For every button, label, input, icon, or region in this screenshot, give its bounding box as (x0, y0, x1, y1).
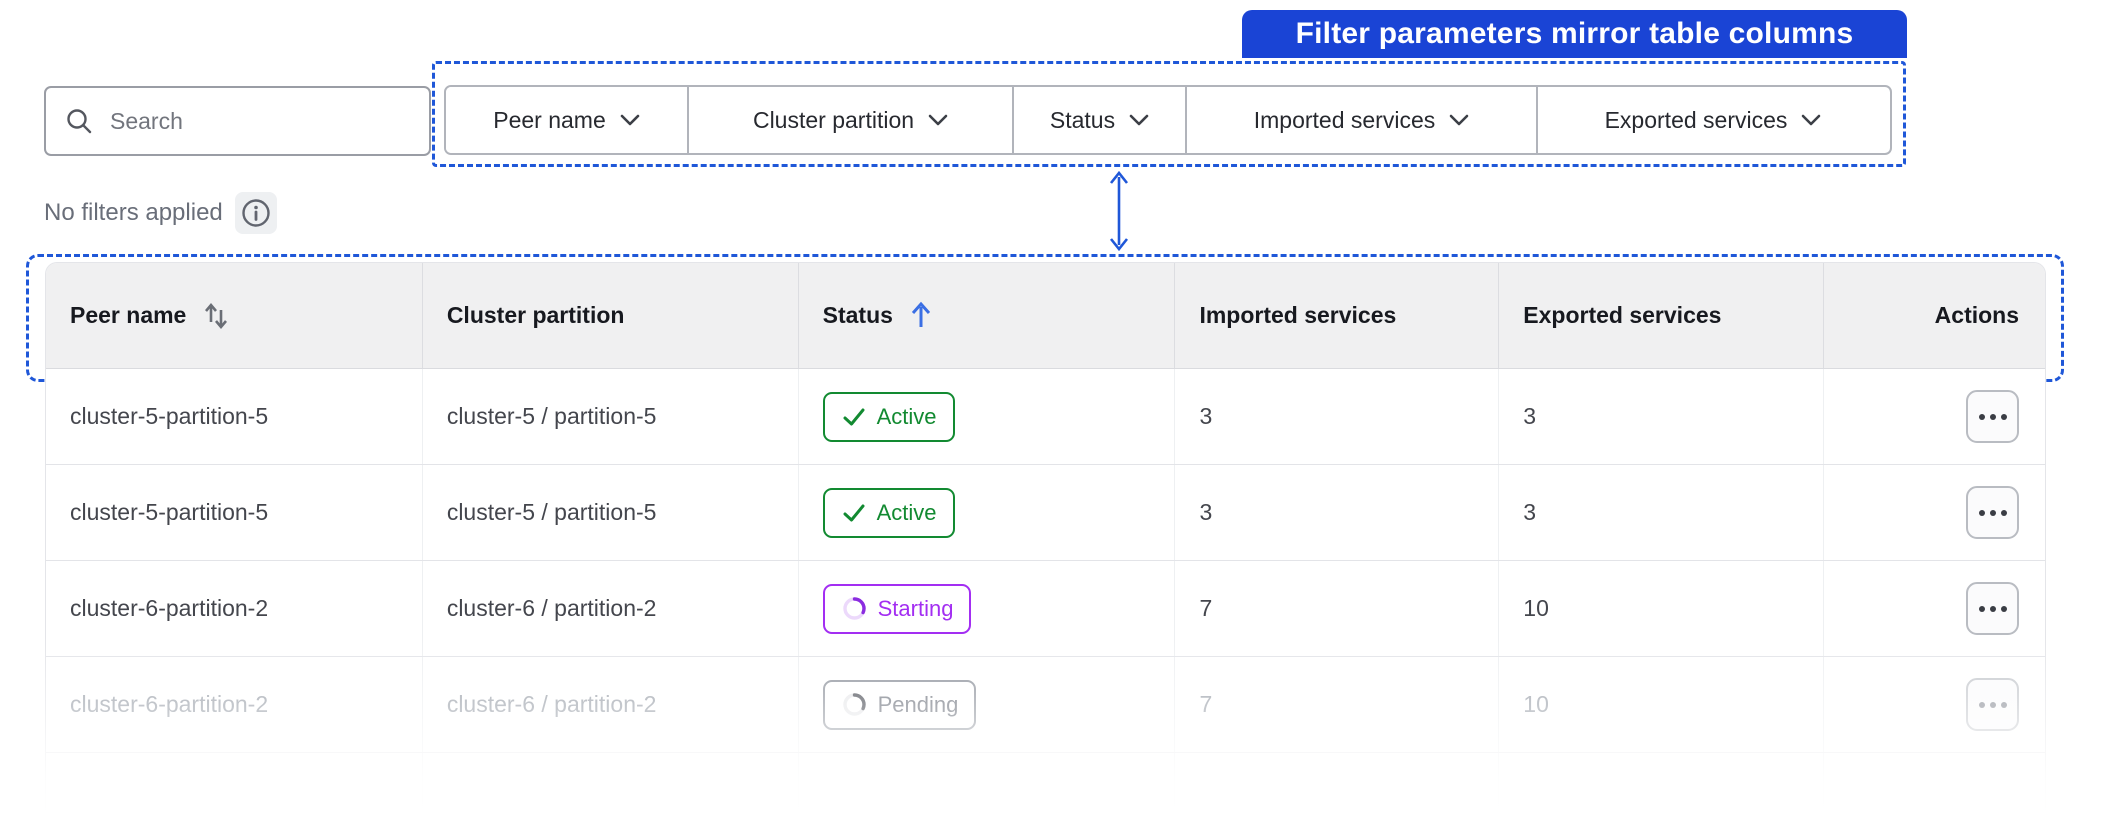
column-header-exported-services: Exported services (1499, 263, 1825, 368)
table-header-row: Peer name Cluster partition Status Impor… (46, 263, 2045, 369)
check-icon (843, 504, 865, 521)
filter-label: Cluster partition (752, 106, 915, 133)
column-label: Peer name (70, 302, 187, 328)
cluster-partition-cell: cluster-5 / partition-5 (423, 369, 799, 464)
status-cell: Starting (799, 561, 1176, 656)
filter-peer-name[interactable]: Peer name (446, 87, 689, 153)
cluster-partition-cell: cluster-5 / partition-5 (423, 465, 799, 560)
actions-cell (1824, 369, 2045, 464)
sort-icon (205, 302, 228, 329)
info-icon (242, 199, 270, 227)
peer-name-cell: cluster-6-partition-2 (46, 657, 423, 752)
status-label: Pending (877, 691, 959, 717)
filter-exported-services[interactable]: Exported services (1538, 87, 1888, 153)
chevron-down-icon (1129, 114, 1149, 126)
peer-name-cell: cluster-5-partition-5 (46, 465, 423, 560)
search-box (44, 86, 431, 156)
filter-cluster-partition[interactable]: Cluster partition (689, 87, 1014, 153)
status-badge: Pending (822, 679, 977, 730)
actions-cell (1824, 465, 2045, 560)
chevron-down-icon (928, 114, 948, 126)
column-header-cluster-partition: Cluster partition (423, 263, 799, 368)
status-label: Active (876, 499, 937, 525)
double-arrow-icon (1109, 170, 1129, 252)
row-actions-button[interactable] (1966, 486, 2020, 539)
search-icon (67, 109, 92, 134)
cluster-peering-screen: Filter parameters mirror table columns P… (0, 0, 2118, 816)
filter-label: Peer name (493, 106, 606, 133)
column-label: Actions (1934, 302, 2020, 328)
status-badge: Active (822, 487, 955, 538)
status-badge: Active (822, 391, 955, 442)
column-label: Imported services (1199, 302, 1397, 328)
imported-services-cell: 7 (1175, 657, 1500, 752)
annotation-banner: Filter parameters mirror table columns (1242, 10, 1907, 58)
filters-status-note: No filters applied (44, 192, 277, 234)
chevron-down-icon (1449, 114, 1469, 126)
imported-services-cell: 3 (1175, 465, 1500, 560)
filter-status[interactable]: Status (1014, 87, 1187, 153)
status-label: Starting (877, 595, 954, 621)
filter-bar: Peer name Cluster partition Status Impor… (444, 85, 1892, 155)
table-row: cluster-5-partition-5 cluster-5 / partit… (46, 369, 2045, 465)
peer-name-cell: cluster-5-partition-5 (46, 369, 423, 464)
table-row-partial (46, 753, 2045, 816)
filters-status-text: No filters applied (44, 199, 223, 226)
imported-services-cell: 3 (1175, 369, 1500, 464)
column-header-actions: Actions (1824, 263, 2045, 368)
ellipsis-icon (1978, 413, 1985, 420)
spinner-icon (842, 693, 866, 716)
filter-label: Imported services (1253, 106, 1436, 133)
ellipsis-icon (1978, 509, 1985, 516)
column-label: Cluster partition (446, 302, 625, 328)
table-row: cluster-6-partition-2 cluster-6 / partit… (46, 657, 2045, 753)
row-actions-button[interactable] (1966, 678, 2020, 731)
column-header-peer-name[interactable]: Peer name (46, 263, 423, 368)
row-actions-button[interactable] (1966, 582, 2020, 635)
peer-name-cell: cluster-6-partition-2 (46, 561, 423, 656)
cluster-partition-cell: cluster-6 / partition-2 (423, 561, 799, 656)
column-label: Exported services (1523, 302, 1722, 328)
table-row: cluster-6-partition-2 cluster-6 / partit… (46, 561, 2045, 657)
sort-asc-icon (911, 301, 931, 327)
ellipsis-icon (1978, 701, 1985, 708)
status-badge: Starting (822, 583, 972, 634)
spinner-icon (842, 597, 866, 620)
exported-services-cell: 3 (1499, 369, 1825, 464)
exported-services-cell: 10 (1499, 561, 1825, 656)
cluster-partition-cell: cluster-6 / partition-2 (423, 657, 799, 752)
table-row: cluster-5-partition-5 cluster-5 / partit… (46, 465, 2045, 561)
filter-label: Status (1049, 106, 1116, 133)
column-header-status[interactable]: Status (799, 263, 1176, 368)
filter-label: Exported services (1604, 106, 1788, 133)
peers-table: Peer name Cluster partition Status Impor… (45, 262, 2046, 816)
chevron-down-icon (1802, 114, 1821, 126)
column-label: Status (822, 302, 893, 328)
imported-services-cell: 7 (1175, 561, 1500, 656)
exported-services-cell: 10 (1499, 657, 1825, 752)
actions-cell (1824, 657, 2045, 752)
status-cell: Active (799, 369, 1176, 464)
actions-cell (1824, 561, 2045, 656)
check-icon (843, 408, 865, 425)
info-button[interactable] (234, 192, 277, 234)
column-header-imported-services: Imported services (1175, 263, 1500, 368)
ellipsis-icon (1978, 605, 1985, 612)
chevron-down-icon (620, 114, 640, 126)
exported-services-cell: 3 (1499, 465, 1825, 560)
status-cell: Pending (799, 657, 1176, 752)
filter-imported-services[interactable]: Imported services (1187, 87, 1538, 153)
row-actions-button[interactable] (1966, 390, 2020, 443)
search-input[interactable] (108, 106, 411, 136)
status-cell: Active (799, 465, 1176, 560)
status-label: Active (876, 403, 937, 429)
